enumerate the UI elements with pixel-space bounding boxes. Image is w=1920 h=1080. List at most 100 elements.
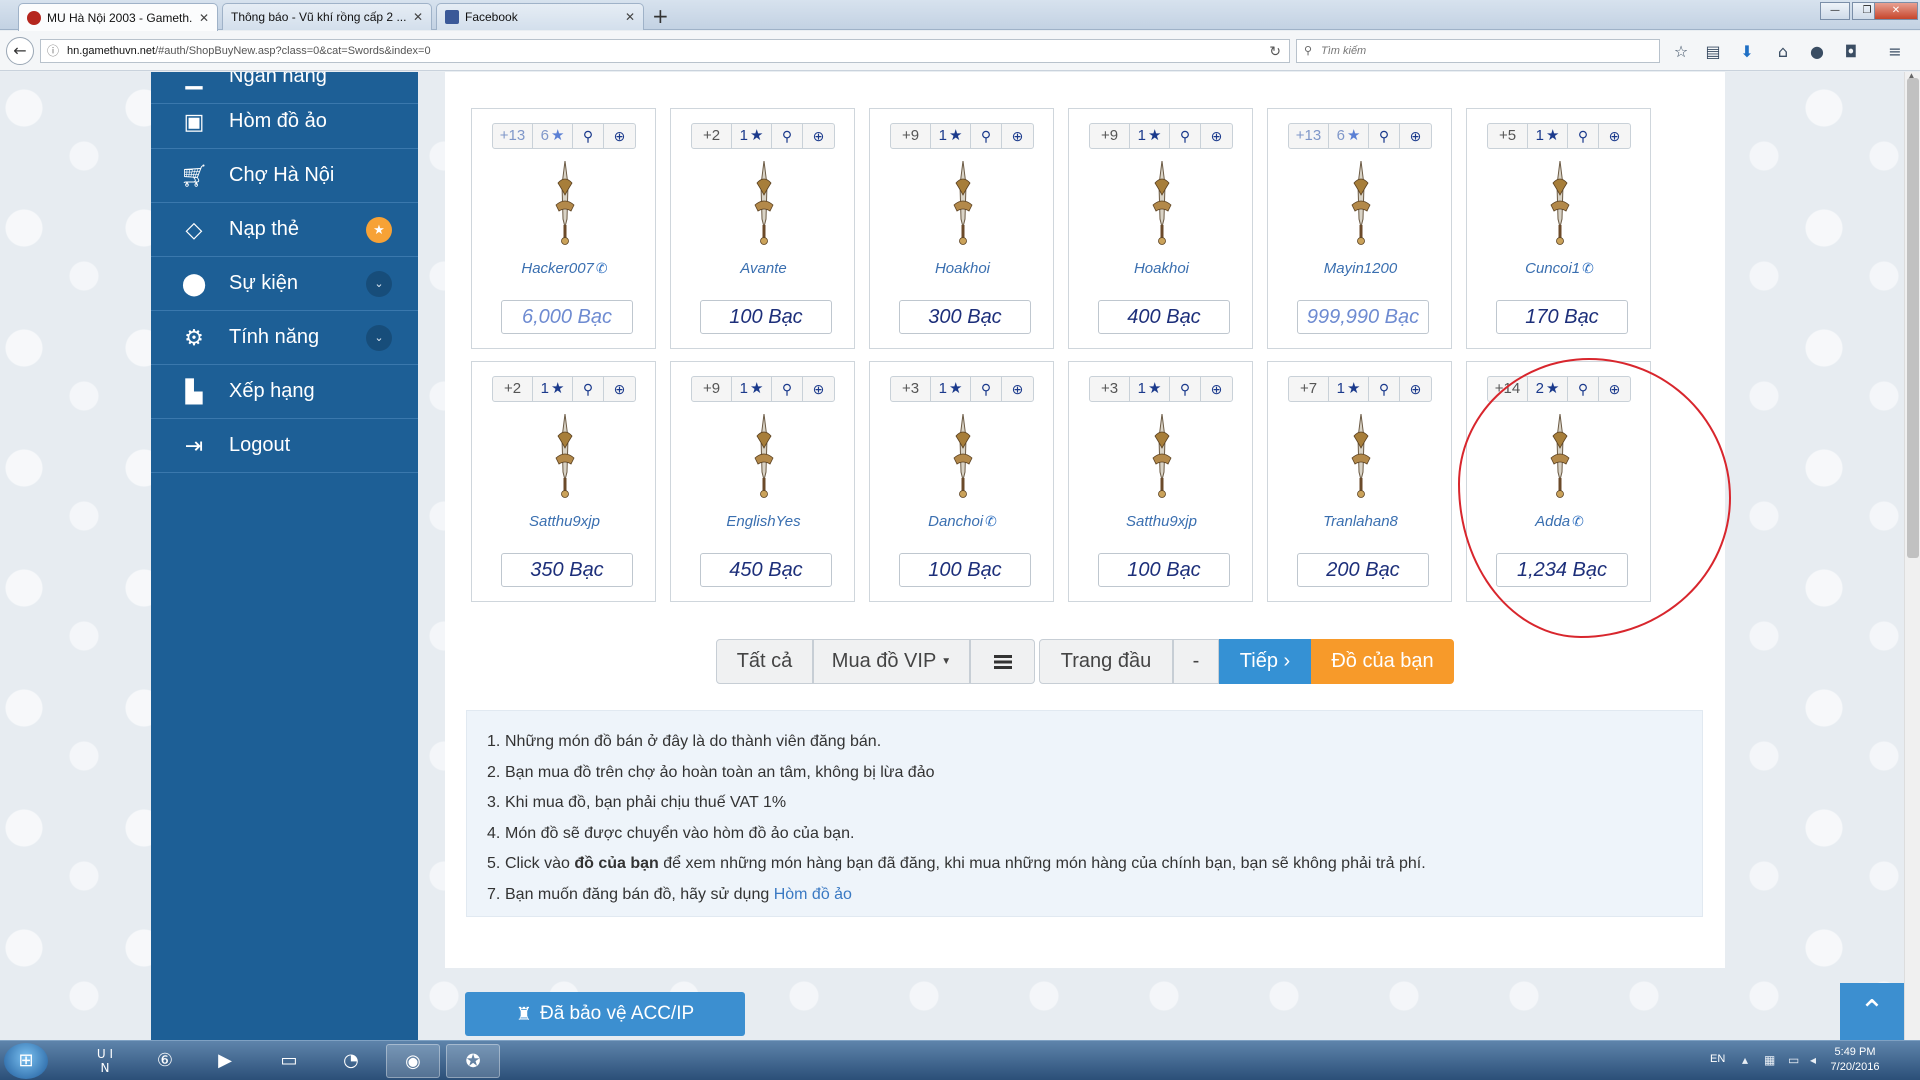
price-button[interactable]: 350 Bạc bbox=[501, 553, 633, 587]
seller-name[interactable]: Avante bbox=[671, 260, 856, 277]
zoom-in-icon[interactable]: ⊕ bbox=[604, 377, 635, 401]
seller-name[interactable]: Tranlahan8 bbox=[1268, 513, 1453, 530]
price-button[interactable]: 100 Bạc bbox=[899, 553, 1031, 587]
item-card[interactable]: +3 1 ★ ⚲ ⊕ Danchoi ✆ 100 Bạc bbox=[869, 361, 1054, 602]
seller-name[interactable]: Satthu9xjp bbox=[1069, 513, 1254, 530]
item-card[interactable]: +2 1 ★ ⚲ ⊕ Avante 100 Bạc bbox=[670, 108, 855, 349]
item-card[interactable]: +9 1 ★ ⚲ ⊕ EnglishYes 450 Bạc bbox=[670, 361, 855, 602]
coc-coc-browser-icon[interactable]: ◔ bbox=[324, 1044, 378, 1078]
price-button[interactable]: 100 Bạc bbox=[1098, 553, 1230, 587]
sidebar-item-cho-ha-noi[interactable]: 🛒︎ Chợ Hà Nội bbox=[151, 149, 418, 203]
my-items-button[interactable]: Đồ của bạn bbox=[1311, 639, 1454, 684]
zoom-in-icon[interactable]: ⊕ bbox=[803, 377, 834, 401]
reload-icon[interactable]: ↻ bbox=[1269, 40, 1281, 62]
item-card[interactable]: +13 6 ★ ⚲ ⊕ Hacker007 ✆ 6,000 Bạc bbox=[471, 108, 656, 349]
network-icon[interactable]: ▦ bbox=[1764, 1053, 1775, 1067]
search-icon[interactable]: ⚲ bbox=[1369, 124, 1400, 148]
minimize-icon[interactable]: — bbox=[1820, 2, 1850, 20]
price-button[interactable]: 300 Bạc bbox=[899, 300, 1031, 334]
seller-name[interactable]: Hacker007 ✆ bbox=[472, 260, 657, 277]
close-tab-icon[interactable]: ✕ bbox=[625, 10, 635, 24]
item-card[interactable]: +13 6 ★ ⚲ ⊕ Mayin1200 999,990 Bạc bbox=[1267, 108, 1452, 349]
sidebar-item-logout[interactable]: ⇥ Logout bbox=[151, 419, 418, 473]
list-view-button[interactable] bbox=[970, 639, 1035, 684]
sidebar-item-su-kien[interactable]: ⬤ Sự kiện ⌄ bbox=[151, 257, 418, 311]
price-button[interactable]: 6,000 Bạc bbox=[501, 300, 633, 334]
price-button[interactable]: 170 Bạc bbox=[1496, 300, 1628, 334]
search-icon[interactable]: ⚲ bbox=[772, 377, 803, 401]
price-button[interactable]: 450 Bạc bbox=[700, 553, 832, 587]
language-indicator[interactable]: EN bbox=[1710, 1053, 1725, 1065]
seller-name[interactable]: Hoakhoi bbox=[870, 260, 1055, 277]
zoom-in-icon[interactable]: ⊕ bbox=[1400, 377, 1431, 401]
seller-name[interactable]: Adda ✆ bbox=[1467, 513, 1652, 530]
zoom-in-icon[interactable]: ⊕ bbox=[604, 124, 635, 148]
item-card[interactable]: +14 2 ★ ⚲ ⊕ Adda ✆ 1,234 Bạc bbox=[1466, 361, 1651, 602]
address-bar[interactable]: ⓘ hn.gamethuvn.net/#auth/ShopBuyNew.asp?… bbox=[40, 39, 1290, 63]
home-icon[interactable]: ⌂ bbox=[1772, 42, 1794, 61]
zoom-in-icon[interactable]: ⊕ bbox=[1400, 124, 1431, 148]
zoom-in-icon[interactable]: ⊕ bbox=[1599, 124, 1630, 148]
seller-name[interactable]: EnglishYes bbox=[671, 513, 856, 530]
bookmark-star-icon[interactable]: ☆ bbox=[1670, 42, 1692, 61]
page-scrollbar[interactable]: ▲ bbox=[1904, 72, 1920, 1040]
search-icon[interactable]: ⚲ bbox=[971, 377, 1002, 401]
seller-name[interactable]: Mayin1200 bbox=[1268, 260, 1453, 277]
search-input[interactable]: ⚲ Tìm kiếm bbox=[1296, 39, 1660, 63]
all-button[interactable]: Tất cả bbox=[716, 639, 813, 684]
price-button[interactable]: 100 Bạc bbox=[700, 300, 832, 334]
chevron-down-icon[interactable]: ⌄ bbox=[366, 270, 392, 297]
search-icon[interactable]: ⚲ bbox=[1568, 377, 1599, 401]
scrollbar-thumb[interactable] bbox=[1907, 78, 1919, 558]
unikey-icon[interactable]: U IN bbox=[78, 1044, 132, 1078]
volume-icon[interactable]: ◂ bbox=[1810, 1053, 1816, 1067]
firefox-icon[interactable]: ◉ bbox=[386, 1044, 440, 1078]
mu-game-icon[interactable]: ✪ bbox=[446, 1044, 500, 1078]
sidebar-item-xep-hang[interactable]: ▙ Xếp hạng bbox=[151, 365, 418, 419]
item-card[interactable]: +5 1 ★ ⚲ ⊕ Cuncoi1 ✆ 170 Bạc bbox=[1466, 108, 1651, 349]
next-page-button[interactable]: Tiếp › bbox=[1219, 639, 1311, 684]
item-card[interactable]: +7 1 ★ ⚲ ⊕ Tranlahan8 200 Bạc bbox=[1267, 361, 1452, 602]
close-tab-icon[interactable]: ✕ bbox=[199, 11, 209, 25]
scroll-to-top-button[interactable]: ⌃ bbox=[1840, 983, 1904, 1040]
tab-facebook[interactable]: Facebook ✕ bbox=[436, 3, 644, 30]
vip-dropdown-button[interactable]: Mua đồ VIP ▼ bbox=[813, 639, 970, 684]
tray-expand-icon[interactable]: ▴ bbox=[1742, 1053, 1748, 1067]
zoom-in-icon[interactable]: ⊕ bbox=[1002, 377, 1033, 401]
search-icon[interactable]: ⚲ bbox=[971, 124, 1002, 148]
search-icon[interactable]: ⚲ bbox=[1170, 124, 1201, 148]
protect-acc-button[interactable]: ♜ Đã bảo vệ ACC/IP bbox=[465, 992, 745, 1036]
seller-name[interactable]: Danchoi ✆ bbox=[870, 513, 1055, 530]
chevron-down-icon[interactable]: ⌄ bbox=[366, 324, 392, 351]
sidebar-item-hom-do-ao[interactable]: ▣ Hòm đồ ảo bbox=[151, 95, 418, 149]
item-card[interactable]: +9 1 ★ ⚲ ⊕ Hoakhoi 400 Bạc bbox=[1068, 108, 1253, 349]
close-tab-icon[interactable]: ✕ bbox=[413, 10, 423, 24]
first-page-button[interactable]: Trang đầu bbox=[1039, 639, 1173, 684]
price-button[interactable]: 1,234 Bạc bbox=[1496, 553, 1628, 587]
zoom-in-icon[interactable]: ⊕ bbox=[1002, 124, 1033, 148]
close-window-icon[interactable]: ✕ bbox=[1874, 2, 1918, 20]
price-button[interactable]: 400 Bạc bbox=[1098, 300, 1230, 334]
back-arrow-icon[interactable]: ← bbox=[6, 37, 34, 65]
search-icon[interactable]: ⚲ bbox=[772, 124, 803, 148]
windows-start-icon[interactable]: ⊞ bbox=[4, 1043, 48, 1079]
item-card[interactable]: +2 1 ★ ⚲ ⊕ Satthu9xjp 350 Bạc bbox=[471, 361, 656, 602]
seller-name[interactable]: Cuncoi1 ✆ bbox=[1467, 260, 1652, 277]
sidebar-item-nap-the[interactable]: ◇ Nạp thẻ ★ bbox=[151, 203, 418, 257]
taskbar-clock[interactable]: 5:49 PM 7/20/2016 bbox=[1820, 1045, 1890, 1075]
zoom-in-icon[interactable]: ⊕ bbox=[1201, 377, 1232, 401]
seller-name[interactable]: Satthu9xjp bbox=[472, 513, 657, 530]
download-icon[interactable]: ⬇ bbox=[1736, 42, 1758, 61]
reading-list-icon[interactable]: ▤ bbox=[1702, 42, 1724, 61]
zoom-in-icon[interactable]: ⊕ bbox=[1201, 124, 1232, 148]
game-launcher-icon[interactable]: ⑥ bbox=[138, 1044, 192, 1078]
price-button[interactable]: 200 Bạc bbox=[1297, 553, 1429, 587]
search-icon[interactable]: ⚲ bbox=[573, 377, 604, 401]
sidebar-item-tinh-nang[interactable]: ⚙ Tính năng ⌄ bbox=[151, 311, 418, 365]
zoom-in-icon[interactable]: ⊕ bbox=[803, 124, 834, 148]
hom-do-ao-link[interactable]: Hòm đồ ảo bbox=[774, 886, 852, 903]
tab-mu-hanoi[interactable]: MU Hà Nội 2003 - Gameth... ✕ bbox=[18, 3, 218, 31]
tab-thong-bao[interactable]: Thông báo - Vũ khí rồng cấp 2 ... ✕ bbox=[222, 3, 432, 30]
search-icon[interactable]: ⚲ bbox=[1568, 124, 1599, 148]
menu-icon[interactable]: ≡ bbox=[1884, 42, 1906, 61]
